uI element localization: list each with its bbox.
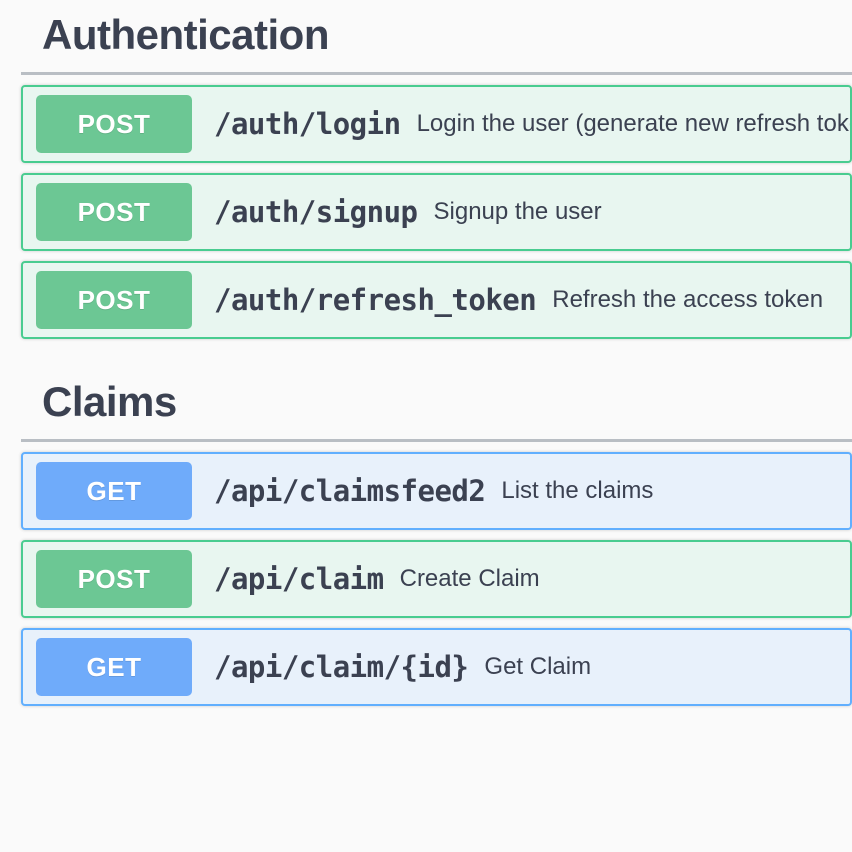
operation-list-authentication: POST /auth/login Login the user (generat… — [0, 85, 852, 340]
method-badge-post: POST — [36, 271, 192, 330]
operation-row-api-claim-get[interactable]: GET /api/claim/{id} Get Claim — [21, 628, 852, 707]
operation-summary: Signup the user — [433, 198, 602, 226]
operation-row-api-claim-create[interactable]: POST /api/claim Create Claim — [21, 540, 852, 619]
method-badge-get: GET — [36, 638, 192, 697]
tag-title-authentication: Authentication — [42, 11, 329, 58]
api-docs-page: Authentication POST /auth/login Login th… — [0, 0, 852, 852]
operation-path: /api/claim/{id} — [214, 650, 469, 685]
operation-path: /api/claim — [214, 562, 384, 597]
operation-path: /auth/signup — [214, 195, 418, 230]
operation-row-auth-refresh-token[interactable]: POST /auth/refresh_token Refresh the acc… — [21, 261, 852, 340]
operation-summary: Refresh the access token — [552, 286, 824, 314]
operation-row-api-claimsfeed2[interactable]: GET /api/claimsfeed2 List the claims — [21, 452, 852, 531]
operation-summary: List the claims — [501, 477, 654, 505]
operation-path: /auth/login — [214, 107, 401, 142]
operation-summary: Login the user (generate new refresh tok… — [416, 110, 850, 138]
operation-summary: Get Claim — [484, 653, 592, 681]
tag-header-authentication[interactable]: Authentication — [0, 11, 852, 58]
method-badge-post: POST — [36, 550, 192, 609]
tag-divider-claims — [21, 439, 852, 443]
tag-header-claims[interactable]: Claims — [0, 378, 852, 426]
operation-summary: Create Claim — [399, 565, 540, 593]
method-badge-get: GET — [36, 462, 192, 521]
method-badge-post: POST — [36, 183, 192, 242]
operation-path: /api/claimsfeed2 — [214, 474, 486, 509]
operation-row-auth-signup[interactable]: POST /auth/signup Signup the user — [21, 173, 852, 252]
operation-row-auth-login[interactable]: POST /auth/login Login the user (generat… — [21, 85, 852, 164]
tag-section-claims: Claims GET /api/claimsfeed2 List the cla… — [0, 378, 852, 707]
operation-path: /auth/refresh_token — [214, 283, 537, 318]
method-badge-post: POST — [36, 95, 192, 154]
operation-list-claims: GET /api/claimsfeed2 List the claims POS… — [0, 452, 852, 707]
tag-title-claims: Claims — [42, 378, 177, 426]
tag-divider-authentication — [21, 72, 852, 76]
tag-section-authentication: Authentication POST /auth/login Login th… — [0, 11, 852, 340]
